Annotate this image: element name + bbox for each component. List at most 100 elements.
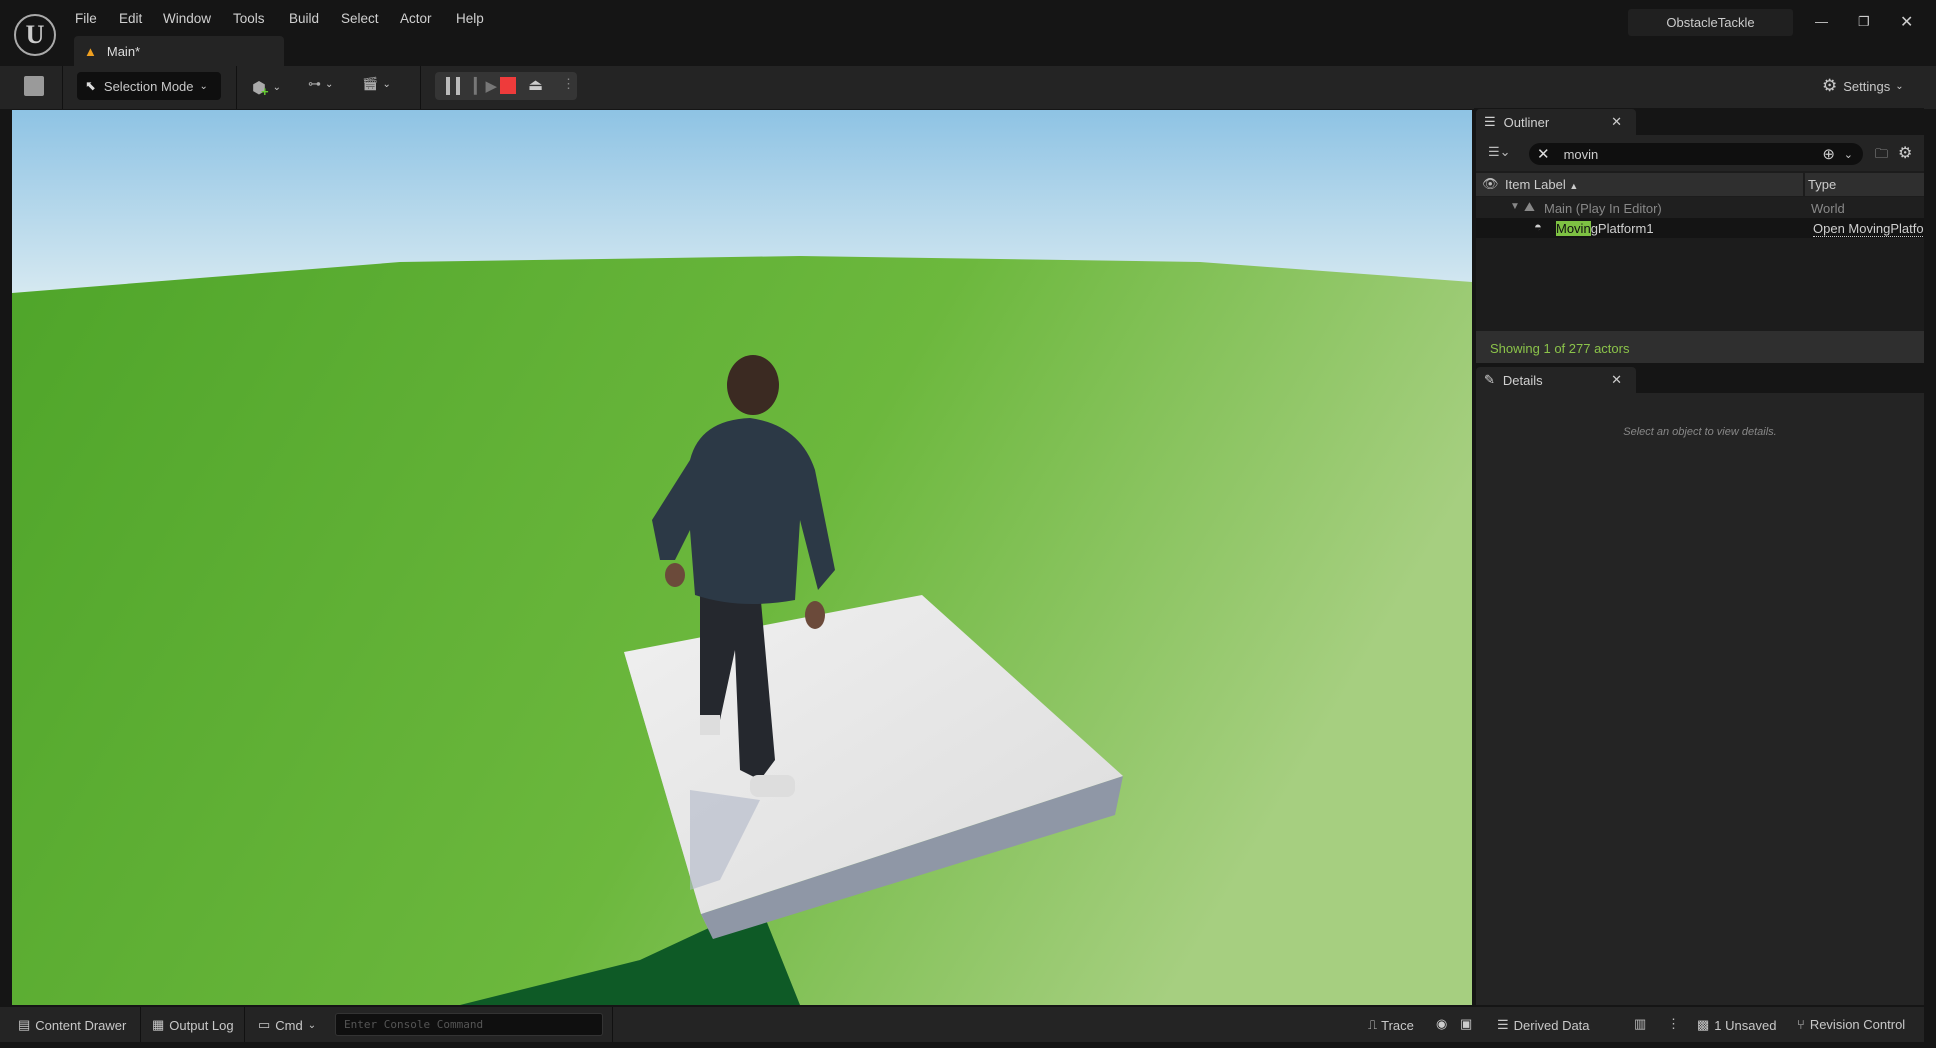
unsaved-button[interactable]: ▩ 1 Unsaved [1697,1017,1776,1033]
output-log-label: Output Log [169,1017,234,1033]
blueprint-button[interactable]: ⊶ ⌄ [308,76,333,92]
derived-data-label: Derived Data [1513,1017,1590,1033]
record-icon[interactable]: ◉ [1436,1016,1447,1032]
menu-tools[interactable]: Tools [233,11,265,26]
pencil-icon: ✎ [1484,372,1495,387]
settings-button[interactable]: ⚙ Settings ⌄ [1822,76,1904,96]
more-icon[interactable]: ⋮ [1667,1016,1680,1032]
divider [1803,173,1805,196]
menu-actor[interactable]: Actor [400,11,432,26]
tab-main[interactable]: ▲ Main* [74,36,284,66]
gear-icon: ⚙ [1822,76,1838,95]
terminal-icon: ▭ [258,1017,271,1032]
search-highlight: Movin [1556,221,1591,236]
screenshot-icon[interactable]: ▣ [1460,1016,1472,1032]
tab-label: Main* [106,43,141,59]
row-label: gPlatform1 [1590,221,1654,236]
menu-file[interactable]: File [75,11,97,26]
chevron-down-icon: ⌄ [199,80,208,92]
details-title: Details [1502,372,1543,388]
restore-button[interactable]: ❐ [1858,14,1870,30]
stop-button[interactable] [500,77,516,94]
selection-mode-dropdown[interactable]: ⬉ Selection Mode ⌄ [77,72,221,100]
divider [612,1007,613,1042]
tab-details[interactable]: ✎ Details ✕ [1476,367,1636,393]
row-label: Main (Play In Editor) [1544,201,1662,216]
window-title-text: ObstacleTackle [1666,15,1755,30]
close-window-button[interactable]: ✕ [1900,12,1913,32]
actor-icon: ◓ [1534,219,1542,234]
save-icon: ▩ [1697,1017,1710,1032]
console-placeholder: Enter Console Command [344,1018,484,1031]
eye-icon[interactable]: 👁︎ [1482,176,1499,192]
database-icon: ☰ [1497,1017,1509,1032]
search-input[interactable]: movin [1564,147,1599,162]
filter-button[interactable]: ☰⌄ [1488,144,1511,160]
divider [236,66,237,109]
derived-data-button[interactable]: ☰ Derived Data [1497,1017,1590,1033]
clapper-icon: 🎬︎ [362,76,379,91]
row-type: World [1811,201,1845,216]
tab-outliner[interactable]: ☰ Outliner ✕ [1476,109,1636,135]
unsaved-label: 1 Unsaved [1714,1017,1777,1033]
ue-logo[interactable]: U [14,14,56,56]
trace-label: Trace [1381,1017,1414,1033]
minimize-button[interactable]: — [1815,14,1828,29]
viewport-scene [12,110,1472,1005]
window-title: ObstacleTackle [1628,9,1793,36]
pause-button[interactable] [446,77,460,95]
content-drawer-label: Content Drawer [35,1017,127,1033]
add-actor-button[interactable]: ⬢ + ⌄ [252,76,281,100]
main-toolbar [0,66,1936,109]
table-row[interactable]: ▼ ⛰︎ Main (Play In Editor) World [1476,197,1924,218]
eject-button[interactable]: ⏏ [528,75,543,95]
status-text: Showing 1 of 277 actors [1490,341,1630,356]
cmd-dropdown[interactable]: ▭ Cmd ⌄ [258,1017,316,1033]
add-filter-icon[interactable]: ⊕ [1822,145,1835,163]
trace-button[interactable]: ⎍ Trace [1368,1017,1414,1033]
revision-control-label: Revision Control [1809,1017,1906,1032]
search-box[interactable]: ✕ movin ⊕ ⌄ [1529,143,1863,165]
col-type[interactable]: Type [1808,177,1836,192]
cursor-icon: ⬉ [85,78,96,93]
log-icon: ▦ [152,1017,165,1032]
col-item-label-text: Item Label [1505,177,1566,192]
chevron-down-icon[interactable]: ⌄ [1844,148,1853,161]
cinematics-button[interactable]: 🎬︎ ⌄ [362,76,391,92]
menu-window[interactable]: Window [163,11,211,26]
trace-icon: ⎍ [1368,1017,1378,1032]
content-drawer-icon: ▤ [18,1017,31,1032]
content-drawer-button[interactable]: ▤ Content Drawer [18,1017,126,1033]
expand-arrow-icon[interactable]: ▼ [1510,201,1520,212]
col-item-label[interactable]: Item Label ▲ [1505,177,1578,192]
console-input[interactable]: Enter Console Command [335,1013,603,1036]
outliner-icon: ☰ [1484,114,1496,129]
divider [244,1007,245,1042]
new-folder-icon[interactable]: 🗀︎ [1875,145,1888,167]
divider [62,66,63,109]
selection-mode-label: Selection Mode [103,78,194,94]
close-details-button[interactable]: ✕ [1611,372,1622,388]
save-button[interactable] [24,76,44,96]
outliner-status: Showing 1 of 277 actors [1476,331,1924,363]
menu-build[interactable]: Build [289,11,319,26]
more-options-button[interactable]: ⋮ [562,76,575,92]
menu-select[interactable]: Select [341,11,379,26]
menu-edit[interactable]: Edit [119,11,142,26]
level-viewport[interactable] [12,110,1472,1005]
details-body: Select an object to view details. [1476,393,1924,1005]
output-log-button[interactable]: ▦ Output Log [152,1017,234,1033]
menu-help[interactable]: Help [456,11,484,26]
revision-control-button[interactable]: ⑂ Revision Control [1797,1017,1905,1032]
cache-icon[interactable]: ▥ [1634,1016,1646,1032]
open-blueprint-link[interactable]: Open MovingPlatform [1813,221,1924,237]
divider [420,66,421,109]
gear-icon[interactable]: ⚙ [1898,143,1912,163]
close-outliner-button[interactable]: ✕ [1611,114,1622,130]
sort-asc-icon: ▲ [1569,181,1579,191]
step-button[interactable]: ▎▶ [474,77,497,95]
outliner-title: Outliner [1503,114,1550,130]
level-icon: ▲ [84,43,97,59]
table-row[interactable]: ◓ MovingPlatform1 Open MovingPlatform [1476,218,1924,238]
clear-search-icon[interactable]: ✕ [1537,145,1550,163]
